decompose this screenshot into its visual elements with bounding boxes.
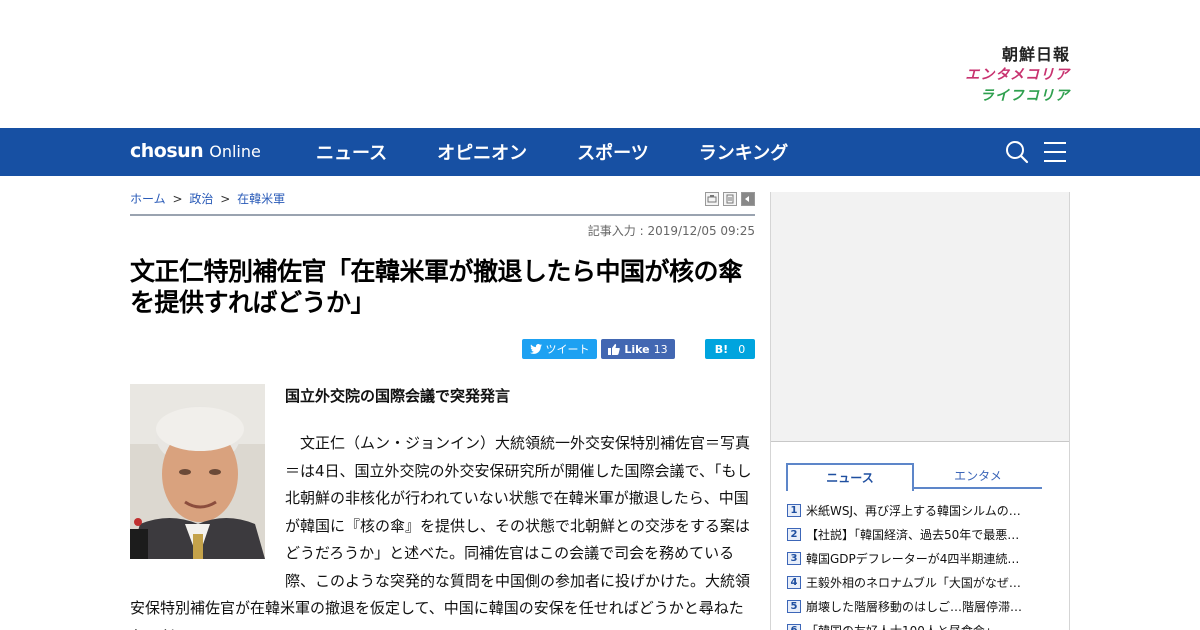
share-buttons: ツイート Like 13 B! 0 [130, 339, 755, 359]
breadcrumb-separator: > [172, 192, 183, 206]
logo-bold-text: chosun [130, 140, 204, 162]
ranking-item[interactable]: 5 崩壊した階層移動のはしご…階層停滞… [787, 594, 1057, 618]
ranking-title: 「韓国の友好人士100人と昼食会」 [806, 622, 997, 630]
article-main: ホーム > 政治 > 在韓米軍 記事入力 : 2019/12/05 09:25 … [130, 176, 755, 630]
ranking-number: 5 [787, 599, 801, 613]
main-navbar: chosun Online ニュース オピニオン スポーツ ランキング [0, 128, 1200, 176]
nav-icons [992, 138, 1068, 166]
print-icon[interactable] [705, 192, 719, 206]
breadcrumb-category[interactable]: 政治 [189, 192, 213, 206]
ranking-title: 米紙WSJ、再び浮上する韓国シルムの… [806, 503, 1021, 518]
nav-items: ニュース オピニオン スポーツ ランキング [316, 128, 838, 176]
ranking-number: 2 [787, 527, 801, 541]
nav-item-opinion[interactable]: オピニオン [437, 139, 527, 165]
twitter-bird-icon [529, 344, 542, 354]
nav-item-news[interactable]: ニュース [316, 139, 387, 165]
hatena-label: B! [714, 342, 729, 356]
breadcrumb: ホーム > 政治 > 在韓米軍 [130, 190, 755, 207]
tweet-label: ツイート [545, 343, 590, 356]
hatena-bookmark-button[interactable]: B! 0 [705, 339, 755, 359]
photo-float-spacer [130, 430, 285, 570]
chosun-online-logo[interactable]: chosun Online [130, 140, 261, 162]
thumbs-up-icon [608, 343, 621, 355]
article-subhead: 国立外交院の国際会議で突発発言 [285, 387, 511, 405]
life-korea-link[interactable]: ライフコリア [965, 86, 1070, 107]
article-headline: 文正仁特別補佐官「在韓米軍が撤退したら中国が核の傘を提供すればどうか」 [130, 257, 743, 317]
breadcrumb-row: ホーム > 政治 > 在韓米軍 [130, 190, 755, 216]
ranking-title: 崩壊した階層移動のはしご…階層停滞… [806, 599, 1023, 614]
nav-item-ranking[interactable]: ランキング [699, 139, 788, 165]
nav-item-sports[interactable]: スポーツ [577, 139, 649, 165]
ranking-item[interactable]: 3 韓国GDPデフレーターが4四半期連続… [787, 546, 1057, 570]
menu-icon[interactable] [1042, 138, 1068, 166]
breadcrumb-subcategory[interactable]: 在韓米軍 [237, 192, 285, 206]
tweet-button[interactable]: ツイート [522, 339, 597, 359]
ranking-item[interactable]: 1 米紙WSJ、再び浮上する韓国シルムの… [787, 498, 1057, 522]
like-count: 13 [653, 342, 668, 356]
article-date: 記事入力 : 2019/12/05 09:25 [587, 224, 755, 238]
article-body-wrapper: 文正仁（ムン・ジョンイン）大統領統一外交安保特別補佐官＝写真＝は4日、国立外交院… [130, 430, 755, 630]
hatena-count: 0 [738, 342, 746, 356]
ranking-number: 6 [787, 623, 801, 630]
ranking-item[interactable]: 4 王毅外相のネロナムブル「大国がなぜ… [787, 570, 1057, 594]
ranking-number: 4 [787, 575, 801, 589]
brand-links: 朝鮮日報 エンタメコリア ライフコリア [965, 44, 1070, 107]
like-label: Like [624, 342, 650, 356]
chosun-ilbo-link[interactable]: 朝鮮日報 [965, 44, 1070, 65]
ranking-title: 韓国GDPデフレーターが4四半期連続… [806, 551, 1020, 566]
ranking-tabs: ニュース エンタメ [786, 463, 1042, 491]
document-icon[interactable] [723, 192, 737, 206]
breadcrumb-separator: > [220, 192, 231, 206]
ranking-title: 王毅外相のネロナムブル「大国がなぜ… [806, 575, 1021, 590]
tab-news[interactable]: ニュース [786, 463, 914, 491]
search-icon[interactable] [1004, 138, 1030, 166]
back-arrow-icon[interactable] [741, 192, 755, 206]
logo-light-text: Online [209, 142, 261, 161]
entame-korea-link[interactable]: エンタメコリア [965, 65, 1070, 86]
top-header: 朝鮮日報 エンタメコリア ライフコリア [0, 0, 1200, 128]
ranking-list: 1 米紙WSJ、再び浮上する韓国シルムの… 2 【社説】「韓国経済、過去50年で… [787, 498, 1057, 630]
ad-slot [771, 192, 1069, 442]
facebook-like-button[interactable]: Like 13 [601, 339, 675, 359]
ranking-number: 3 [787, 551, 801, 565]
breadcrumb-home[interactable]: ホーム [130, 192, 166, 206]
ranking-item[interactable]: 2 【社説】「韓国経済、過去50年で最悪… [787, 522, 1057, 546]
ranking-title: 【社説】「韓国経済、過去50年で最悪… [806, 527, 1020, 542]
ranking-number: 1 [787, 503, 801, 517]
right-sidebar: ニュース エンタメ 1 米紙WSJ、再び浮上する韓国シルムの… 2 【社説】「韓… [770, 192, 1070, 630]
ranking-item[interactable]: 6 「韓国の友好人士100人と昼食会」 [787, 618, 1057, 630]
tab-entame[interactable]: エンタメ [914, 463, 1042, 489]
article-tools [701, 192, 755, 206]
